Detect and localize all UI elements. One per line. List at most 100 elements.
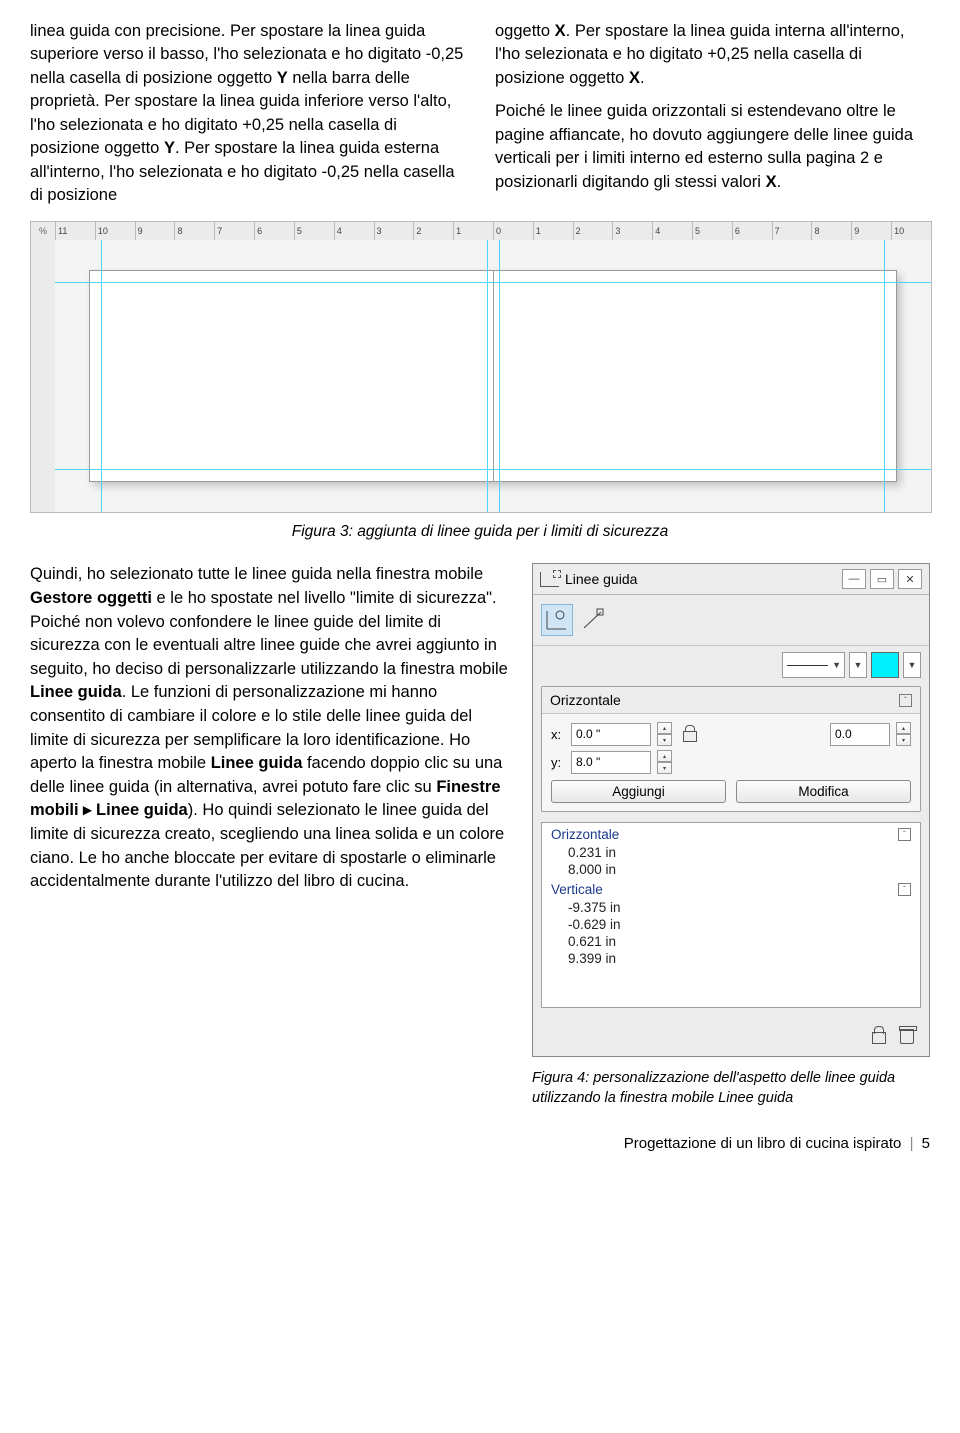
top-right-column: oggetto X. Per spostare la linea guida i… — [495, 20, 930, 207]
top-left-column: linea guida con precisione. Per spostare… — [30, 20, 465, 207]
footer-text: Progettazione di un libro di cucina ispi… — [624, 1135, 902, 1152]
chevron-up-icon: ˆ — [898, 883, 911, 896]
maximize-button[interactable]: ▭ — [870, 569, 894, 589]
canvas-area — [55, 240, 931, 512]
page-footer: Progettazione di un libro di cucina ispi… — [30, 1135, 930, 1152]
ruler-corner: % — [31, 222, 56, 241]
figure-4-caption: Figura 4: personalizzazione dell'aspetto… — [532, 1069, 930, 1108]
list-item[interactable]: 8.000 in — [542, 861, 920, 878]
line-style-arrow[interactable]: ▼ — [849, 652, 867, 678]
ruler-tick: 9 — [851, 222, 891, 240]
bottom-text-column: Quindi, ho selezionato tutte le linee gu… — [30, 563, 510, 893]
x-label: x: — [551, 727, 565, 742]
ruler-tick: 10 — [891, 222, 931, 240]
close-button[interactable]: ✕ — [898, 569, 922, 589]
guide-vertical-outer-right[interactable] — [884, 240, 885, 512]
list-item[interactable]: 9.399 in — [542, 950, 920, 967]
angled-guideline-tool-icon[interactable] — [577, 604, 609, 636]
lock-xy-icon[interactable] — [682, 725, 698, 743]
list-header-verticale[interactable]: Verticale ˆ — [542, 878, 920, 899]
angle-spin-up[interactable]: ▴ — [896, 722, 911, 734]
y-spin-down[interactable]: ▾ — [657, 762, 672, 774]
ruler-vertical — [31, 240, 56, 512]
guide-horizontal-bottom[interactable] — [55, 469, 931, 470]
ruler-horizontal: 1110987654321012345678910 — [55, 222, 931, 241]
line-color-swatch[interactable] — [871, 652, 899, 678]
panel-footer — [533, 1016, 929, 1056]
x-spin-up[interactable]: ▴ — [657, 722, 672, 734]
figure-3-caption: Figura 3: aggiunta di linee guida per i … — [30, 523, 930, 541]
ruler-tick: 1 — [453, 222, 493, 240]
y-label: y: — [551, 755, 565, 770]
x-input[interactable]: 0.0 " — [571, 723, 651, 746]
y-spin-up[interactable]: ▴ — [657, 750, 672, 762]
ruler-tick: 2 — [413, 222, 453, 240]
text: Poiché le linee guida orizzontali si est… — [495, 102, 913, 190]
menu-arrow: ▸ — [79, 801, 96, 819]
list-item[interactable]: 0.621 in — [542, 933, 920, 950]
minimize-button[interactable]: — — [842, 569, 866, 589]
text: . — [640, 69, 645, 87]
panel-header: Linee guida — ▭ ✕ — [533, 564, 929, 595]
guide-vertical-inner-right[interactable] — [499, 240, 500, 512]
footer-separator: | — [910, 1135, 914, 1152]
bold-gestore: Gestore oggetti — [30, 589, 152, 607]
figure-3-ruler-workspace: % 1110987654321012345678910 — [30, 221, 932, 513]
ruler-tick: 3 — [374, 222, 414, 240]
text: oggetto — [495, 22, 555, 40]
ruler-tick: 10 — [95, 222, 135, 240]
xy-guideline-tool-icon[interactable] — [541, 604, 573, 636]
top-two-columns: linea guida con precisione. Per spostare… — [30, 20, 930, 207]
list-header-orizzontale[interactable]: Orizzontale ˆ — [542, 823, 920, 844]
angle-input[interactable]: 0.0 — [830, 723, 890, 746]
spread-center-line — [493, 271, 494, 481]
y-input[interactable]: 8.0 " — [571, 751, 651, 774]
bold-y1: Y — [277, 69, 288, 87]
bottom-row: Quindi, ho selezionato tutte le linee gu… — [30, 563, 930, 1108]
ruler-tick: 8 — [174, 222, 214, 240]
list-header-label: Verticale — [551, 882, 603, 897]
guide-vertical-outer-left[interactable] — [101, 240, 102, 512]
x-spin-down[interactable]: ▾ — [657, 734, 672, 746]
panel-toolbar — [533, 595, 929, 646]
list-item[interactable]: 0.231 in — [542, 844, 920, 861]
bold-x2: X — [629, 69, 640, 87]
guidelines-panel: Linee guida — ▭ ✕ ▼ ▼ ▼ — [532, 563, 930, 1057]
ruler-tick: 7 — [214, 222, 254, 240]
ruler-tick: 4 — [652, 222, 692, 240]
edit-button[interactable]: Modifica — [736, 780, 911, 803]
style-color-row: ▼ ▼ ▼ — [533, 646, 929, 686]
line-style-dropdown[interactable]: ▼ — [782, 652, 845, 678]
guidelines-icon — [540, 572, 559, 587]
ruler-tick: 6 — [732, 222, 772, 240]
lock-icon[interactable] — [871, 1026, 887, 1044]
section-header-orizzontale[interactable]: Orizzontale ˆ — [542, 687, 920, 714]
guide-horizontal-top[interactable] — [55, 282, 931, 283]
chevron-up-icon: ˆ — [898, 828, 911, 841]
list-item[interactable]: -0.629 in — [542, 916, 920, 933]
ruler-tick: 5 — [692, 222, 732, 240]
bold-linee2: Linee guida — [211, 754, 303, 772]
angle-spin-down[interactable]: ▾ — [896, 734, 911, 746]
add-button[interactable]: Aggiungi — [551, 780, 726, 803]
chevron-up-icon: ˆ — [899, 694, 912, 707]
ruler-tick: 3 — [612, 222, 652, 240]
panel-title: Linee guida — [565, 571, 637, 587]
guidelines-list: Orizzontale ˆ 0.231 in8.000 in Verticale… — [541, 822, 921, 1008]
bold-y2: Y — [164, 139, 175, 157]
guide-vertical-inner-left[interactable] — [487, 240, 488, 512]
ruler-tick: 8 — [811, 222, 851, 240]
ruler-tick: 9 — [135, 222, 175, 240]
ruler-tick: 2 — [573, 222, 613, 240]
ruler-tick: 1 — [533, 222, 573, 240]
trash-icon[interactable] — [899, 1026, 915, 1044]
line-color-arrow[interactable]: ▼ — [903, 652, 921, 678]
bold-linee3: Linee guida — [96, 801, 188, 819]
page-number: 5 — [922, 1135, 930, 1152]
figure-4-container: Linee guida — ▭ ✕ ▼ ▼ ▼ — [532, 563, 930, 1108]
ruler-tick: 11 — [55, 222, 95, 240]
text: . — [777, 173, 782, 191]
list-item[interactable]: -9.375 in — [542, 899, 920, 916]
text: Quindi, ho selezionato tutte le linee gu… — [30, 565, 483, 583]
ruler-tick: 5 — [294, 222, 334, 240]
